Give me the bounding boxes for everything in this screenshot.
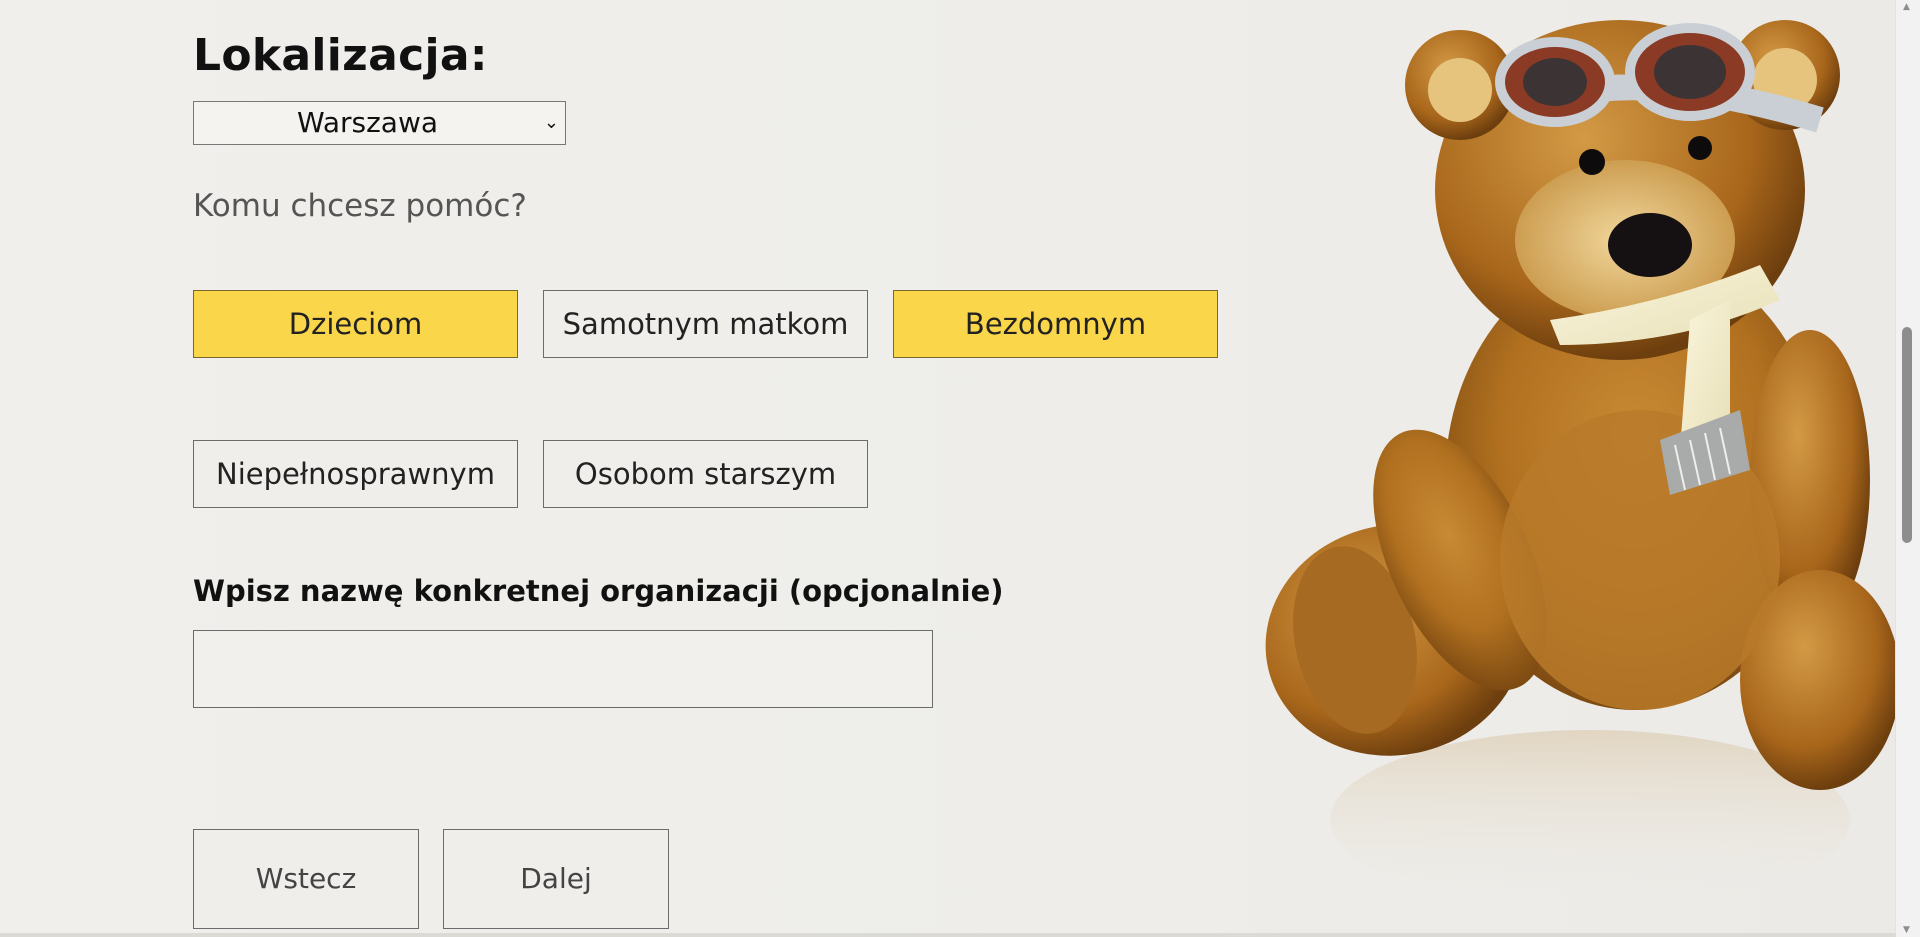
teddy-bear-illustration [1265, 20, 1896, 910]
organization-input[interactable] [193, 630, 933, 708]
chevron-down-icon: ⌄ [543, 112, 559, 133]
organization-label: Wpisz nazwę konkretnej organizacji (opcj… [193, 574, 1004, 608]
category-tile-elderly[interactable]: Osobom starszym [543, 440, 868, 508]
next-button[interactable]: Dalej [443, 829, 669, 929]
scrollbar-thumb[interactable] [1902, 327, 1912, 543]
back-button[interactable]: Wstecz [193, 829, 419, 929]
scroll-down-icon[interactable]: ▼ [1903, 925, 1910, 935]
location-select-value: Warszawa [296, 106, 439, 139]
page-bottom-border [0, 933, 1896, 937]
category-tile-homeless[interactable]: Bezdomnym [893, 290, 1218, 358]
category-tile-disabled[interactable]: Niepełnosprawnym [193, 440, 518, 508]
help-question: Komu chcesz pomóc? [193, 188, 527, 224]
category-tile-single-mothers[interactable]: Samotnym matkom [543, 290, 868, 358]
page-viewport: Lokalizacja: Warszawa ⌄ Komu chcesz pomó… [0, 0, 1920, 937]
teddy-bear-image [1260, 0, 1896, 937]
vertical-scrollbar[interactable]: ▲ ▼ [1895, 0, 1920, 937]
scroll-up-icon[interactable]: ▲ [1903, 2, 1910, 12]
donation-form: Lokalizacja: Warszawa ⌄ Komu chcesz pomó… [193, 0, 1293, 937]
location-title: Lokalizacja: [193, 30, 488, 81]
category-tile-children[interactable]: Dzieciom [193, 290, 518, 358]
location-select[interactable]: Warszawa ⌄ [193, 101, 566, 145]
